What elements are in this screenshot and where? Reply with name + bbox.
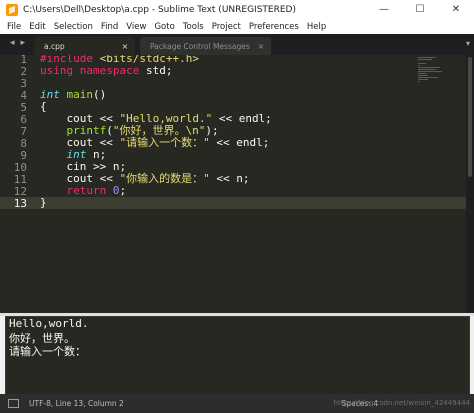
editor-scrollbar[interactable] bbox=[466, 55, 474, 313]
cursor-position: UTF-8, Line 13, Column 2 bbox=[29, 399, 124, 408]
keyword-using: using bbox=[40, 64, 74, 77]
string-literal: "你输入的数是：" bbox=[119, 172, 210, 185]
function-main: main bbox=[66, 88, 94, 101]
tab-back-icon[interactable]: ◂ bbox=[10, 38, 15, 48]
tab-label: Package Control Messages bbox=[150, 41, 250, 51]
minimap-line bbox=[418, 67, 440, 68]
menu-bar: File Edit Selection Find View Goto Tools… bbox=[0, 19, 474, 34]
window-controls: — ☐ ✕ bbox=[366, 0, 474, 19]
code-text: ; bbox=[119, 184, 127, 197]
current-line-highlight bbox=[0, 197, 466, 209]
code-line-2: using namespace std; bbox=[40, 65, 172, 77]
scrollbar-thumb[interactable] bbox=[468, 57, 472, 177]
tab-label: a.cpp bbox=[44, 41, 65, 51]
minimap-line bbox=[418, 73, 426, 74]
tab-close-icon[interactable]: × bbox=[255, 42, 267, 51]
string-literal: "请输入一个数：" bbox=[119, 136, 210, 149]
minimap-line bbox=[418, 75, 428, 76]
tab-a-cpp[interactable]: a.cpp × bbox=[34, 37, 135, 55]
code-text: std; bbox=[145, 64, 173, 77]
menu-goto[interactable]: Goto bbox=[150, 22, 178, 32]
output-line: Hello,world. bbox=[9, 317, 89, 330]
sublime-app-icon bbox=[6, 3, 18, 16]
tab-package-control-messages[interactable]: Package Control Messages × bbox=[140, 37, 271, 55]
minimap-line bbox=[418, 81, 420, 82]
maximize-button[interactable]: ☐ bbox=[402, 0, 438, 19]
keyword-namespace: namespace bbox=[79, 64, 140, 77]
line-number-gutter: 1 2 3 4 5 6 7 8 9 10 11 12 13 bbox=[0, 55, 32, 313]
minimap-line bbox=[418, 65, 420, 66]
menu-edit[interactable]: Edit bbox=[25, 22, 49, 32]
code-line-13: } bbox=[40, 197, 47, 209]
code-editor[interactable]: 1 2 3 4 5 6 7 8 9 10 11 12 13 #include <… bbox=[0, 55, 466, 313]
minimap-line bbox=[418, 71, 442, 72]
close-button[interactable]: ✕ bbox=[438, 0, 474, 19]
code-content: #include <bits/stdc++.h> using namespace… bbox=[40, 55, 272, 237]
minimap-line bbox=[418, 69, 436, 70]
code-line-4: int main() bbox=[40, 89, 106, 101]
tab-forward-icon[interactable]: ▸ bbox=[21, 38, 26, 48]
code-line-12: return 0; bbox=[40, 185, 126, 197]
code-text: << endl; bbox=[212, 112, 272, 125]
code-text: () bbox=[93, 88, 107, 101]
minimap-line bbox=[418, 63, 426, 64]
keyword-return: return bbox=[40, 184, 107, 197]
tab-nav-arrows: ◂ ▸ bbox=[10, 38, 25, 48]
window-title: C:\Users\Dell\Desktop\a.cpp - Sublime Te… bbox=[23, 4, 296, 15]
menu-project[interactable]: Project bbox=[208, 22, 245, 32]
output-line: 请输入一个数： bbox=[9, 345, 86, 358]
code-text: << n; bbox=[209, 172, 250, 185]
minimap-line bbox=[418, 59, 432, 60]
minimap-line bbox=[418, 57, 436, 58]
line-number-current: 13 bbox=[13, 197, 27, 210]
menu-view[interactable]: View bbox=[122, 22, 150, 32]
code-text: } bbox=[40, 196, 47, 209]
menu-tools[interactable]: Tools bbox=[179, 22, 208, 32]
minimap-line bbox=[418, 77, 438, 78]
minimap-line bbox=[418, 79, 428, 80]
menu-file[interactable]: File bbox=[0, 22, 25, 32]
tab-close-icon[interactable]: × bbox=[119, 42, 131, 51]
menu-selection[interactable]: Selection bbox=[50, 22, 97, 32]
build-output-panel: Hello,world. 你好，世界。 请输入一个数： bbox=[5, 316, 470, 396]
code-text: << endl; bbox=[209, 136, 270, 149]
menu-help[interactable]: Help bbox=[303, 22, 330, 32]
menu-find[interactable]: Find bbox=[97, 22, 122, 32]
watermark: https://blog.csdn.net/weixin_42449444 bbox=[333, 399, 470, 407]
minimize-button[interactable]: — bbox=[366, 0, 402, 19]
tab-overflow-icon[interactable]: ▾ bbox=[466, 39, 470, 48]
status-bar: UTF-8, Line 13, Column 2 Spaces: 4 https… bbox=[0, 394, 474, 413]
tab-bar: ◂ ▸ a.cpp × Package Control Messages × ▾ bbox=[0, 34, 474, 55]
menu-preferences[interactable]: Preferences bbox=[245, 22, 303, 32]
minimap[interactable] bbox=[418, 57, 452, 87]
title-bar: C:\Users\Dell\Desktop\a.cpp - Sublime Te… bbox=[0, 0, 474, 20]
panel-toggle-icon[interactable] bbox=[8, 399, 19, 408]
